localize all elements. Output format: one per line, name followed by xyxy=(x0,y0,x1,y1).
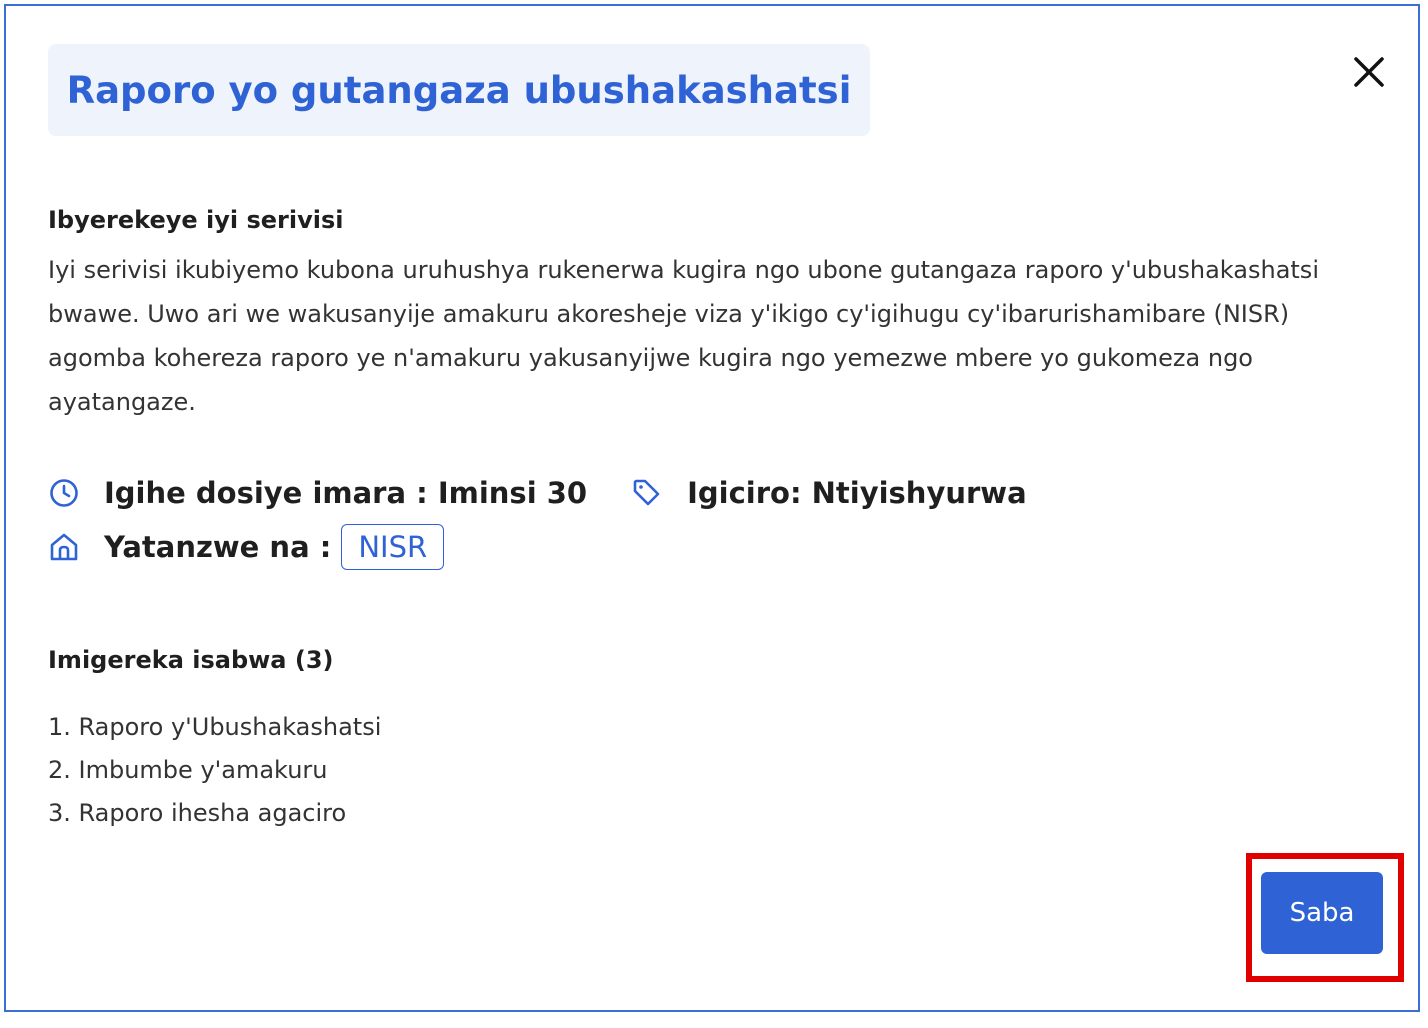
close-icon xyxy=(1354,57,1384,87)
service-modal: Raporo yo gutangaza ubushakashatsi Ibyer… xyxy=(4,4,1420,1012)
provider-label: Yatanzwe na : xyxy=(104,530,332,564)
requirements-heading: Imigereka isabwa (3) xyxy=(48,646,334,674)
price-text: Igiciro: Ntiyishyurwa xyxy=(687,476,1027,510)
building-icon xyxy=(50,533,78,561)
price-group: Igiciro: Ntiyishyurwa xyxy=(631,476,1027,510)
list-item: 3. Raporo ihesha agaciro xyxy=(48,799,347,827)
info-row-provider: Yatanzwe na : NISR xyxy=(48,524,445,570)
modal-title: Raporo yo gutangaza ubushakashatsi xyxy=(66,68,852,112)
title-banner: Raporo yo gutangaza ubushakashatsi xyxy=(48,44,870,136)
list-item: 2. Imbumbe y'amakuru xyxy=(48,756,328,784)
close-button[interactable] xyxy=(1351,54,1387,90)
duration-text: Igihe dosiye imara : Iminsi 30 xyxy=(104,476,588,510)
about-heading: Ibyerekeye iyi serivisi xyxy=(48,206,344,234)
clock-icon xyxy=(50,479,78,507)
info-row-duration-price: Igihe dosiye imara : Iminsi 30 Igiciro: … xyxy=(48,476,1027,510)
apply-button[interactable]: Saba xyxy=(1261,872,1383,954)
about-description: Iyi serivisi ikubiyemo kubona uruhushya … xyxy=(48,256,1319,416)
provider-badge[interactable]: NISR xyxy=(341,524,445,570)
tag-icon xyxy=(633,479,660,506)
requirements-list: 1. Raporo y'Ubushakashatsi 2. Imbumbe y'… xyxy=(48,706,381,835)
list-item: 1. Raporo y'Ubushakashatsi xyxy=(48,713,382,741)
